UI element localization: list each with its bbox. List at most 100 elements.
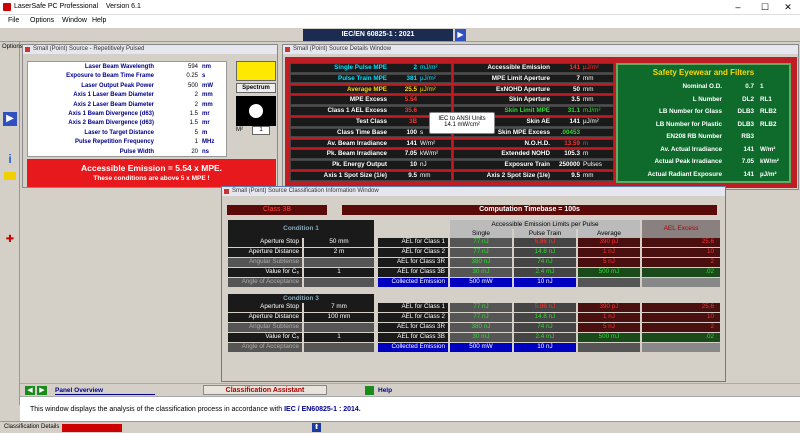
detail-value: 381 (406, 74, 417, 82)
detail-value: 2 (413, 64, 417, 71)
classification-window-title: Small (Point) Source Classification Info… (222, 187, 725, 196)
ael-value: 74 nJ (514, 258, 576, 267)
detail-label: MPE Excess (349, 96, 387, 104)
param-unit: s (202, 73, 206, 80)
detail-value: 9.5 (571, 172, 580, 179)
detail-unit (583, 129, 615, 137)
detail-unit: W/m² (420, 139, 436, 147)
condition-param-label: Aperture Distance (228, 313, 302, 322)
status-progress (62, 424, 122, 432)
classification-assistant-button[interactable]: Classification Assistant (203, 385, 327, 395)
param-value[interactable]: 0.25 (158, 72, 198, 80)
bottom-nav: ◀ ▶ Panel Overview Classification Assist… (20, 383, 800, 396)
eyewear-title: Safety Eyewear and Filters (652, 68, 755, 77)
eyewear-label: Nominal O.D. (682, 83, 722, 90)
maximize-button[interactable]: ☐ (755, 2, 775, 13)
menu-bar: File Options Window Help (0, 15, 800, 28)
detail-label: Class 1 AEL Excess (327, 107, 387, 115)
info-icon[interactable]: i (4, 152, 16, 166)
ael-value: 30 mJ (450, 268, 512, 277)
details-column-1: Single Pulse MPE 2 mJ/m² Pulse Train MPE 381… (290, 63, 452, 183)
ael-excess-value (642, 343, 720, 352)
status-up-icon[interactable]: ⬆ (312, 423, 321, 432)
param-value[interactable]: 1 (158, 138, 198, 146)
param-label: Axis 1 Beam Divergence (d63) (68, 111, 154, 117)
detail-value: 250000 (558, 161, 580, 169)
play-icon[interactable]: ▶ (455, 29, 466, 41)
detail-row: Pk. Energy Output 10 nJ (290, 160, 452, 170)
detail-row: Skin Aperture 3.5 mm (453, 95, 614, 105)
ael-value: 10 nJ (514, 343, 576, 352)
standard-display: IEC/EN 60825-1 : 2021 (303, 29, 453, 41)
forward-icon[interactable]: ▶ (3, 112, 17, 126)
param-label: Axis 2 Beam Divergence (d63) (68, 120, 154, 127)
minimize-button[interactable]: – (728, 2, 748, 13)
class-badge: Class 3B (227, 205, 327, 215)
detail-value: 9.5 (408, 172, 417, 179)
param-value[interactable]: 2 (158, 91, 198, 99)
detail-value: 25.5 (404, 85, 417, 93)
menu-help[interactable]: Help (92, 17, 106, 24)
ael-value: 30 mJ (450, 333, 512, 342)
beam-spot (249, 104, 263, 118)
ael-value: 5.86 nJ (514, 303, 576, 312)
eyewear-value-1: RB3 (741, 133, 754, 140)
menu-window[interactable]: Window (62, 17, 87, 24)
help-icon[interactable] (365, 386, 374, 395)
detail-unit: mm (583, 96, 594, 104)
eyewear-label: Actual Radiant Exposure (647, 170, 722, 178)
close-button[interactable]: ✕ (778, 2, 798, 13)
param-value[interactable]: 5 (158, 129, 198, 137)
eyewear-value-2: W/m² (760, 145, 776, 153)
detail-label: Extended NOHD (501, 150, 550, 158)
param-unit: MHz (202, 139, 215, 146)
ael-row-label: AEL for Class 1 (378, 238, 448, 247)
ael-value: 77 nJ (450, 303, 512, 312)
title-bar: LaserSafe PC Professional Version 6.1 – … (0, 0, 800, 15)
detail-label: Exposure Train (504, 161, 551, 169)
ael-excess-value: .02 (642, 268, 720, 277)
detail-row: ExNOHD Aperture 50 mm (453, 84, 614, 95)
tooltip-line-2: 14.1 mW/cm² (444, 122, 480, 128)
m2-input[interactable]: 1 (252, 126, 270, 135)
detail-value: 35.6 (404, 107, 417, 115)
detail-row: Test Class 3B (290, 117, 452, 127)
detail-label: ExNOHD Aperture (496, 85, 550, 93)
menu-options[interactable]: Options (30, 17, 54, 24)
ael-value: 1 nJ (578, 248, 640, 257)
red-tool-icon[interactable]: ✚ (3, 234, 17, 245)
forward-arrow-icon[interactable]: ▶ (37, 386, 47, 395)
ael-value: 2.4 mJ (514, 268, 576, 277)
condition-param-value: 1 (304, 333, 374, 342)
info-text-prefix: This window displays the analysis of the… (30, 406, 285, 413)
param-value[interactable]: 500 (158, 82, 198, 90)
detail-row: Axis 2 Spot Size (1/e) 9.5 mm (453, 171, 614, 181)
back-arrow-icon[interactable]: ◀ (25, 386, 35, 395)
param-label: Laser Beam Wavelength (84, 64, 154, 70)
param-unit: ns (202, 148, 210, 155)
detail-label: Test Class (355, 118, 387, 125)
ael-column-header: Average (578, 229, 640, 238)
detail-value: 3.5 (571, 96, 580, 104)
spectrum-button[interactable]: Spectrum (236, 83, 276, 93)
ael-row-label: AEL for Class 2 (378, 313, 448, 322)
param-value[interactable]: 1.5 (158, 110, 198, 118)
ael-column-header: Single (450, 229, 512, 238)
info-panel: This window displays the analysis of the… (20, 396, 800, 421)
eyewear-label: LB Number for Glass (659, 108, 722, 115)
param-value[interactable]: 20 (158, 148, 198, 156)
yellow-tool-icon[interactable] (4, 172, 16, 180)
eyewear-value-2: 1 (760, 83, 764, 90)
details-window: Small (Point) Source Details Window Sing… (282, 44, 799, 190)
ael-excess-value: 10 (642, 248, 720, 257)
ael-excess-value: 2 (642, 258, 720, 267)
menu-file[interactable]: File (8, 17, 19, 24)
detail-label: MPE Limit Aperture (491, 74, 550, 82)
param-value[interactable]: 594 (158, 63, 198, 71)
help-link[interactable]: Help (378, 387, 392, 394)
ael-value: 14.8 nJ (514, 248, 576, 257)
param-value[interactable]: 1.5 (158, 119, 198, 127)
detail-label: Skin Aperture (508, 96, 550, 104)
param-value[interactable]: 2 (158, 101, 198, 109)
panel-overview-tab[interactable]: Panel Overview (55, 387, 155, 395)
